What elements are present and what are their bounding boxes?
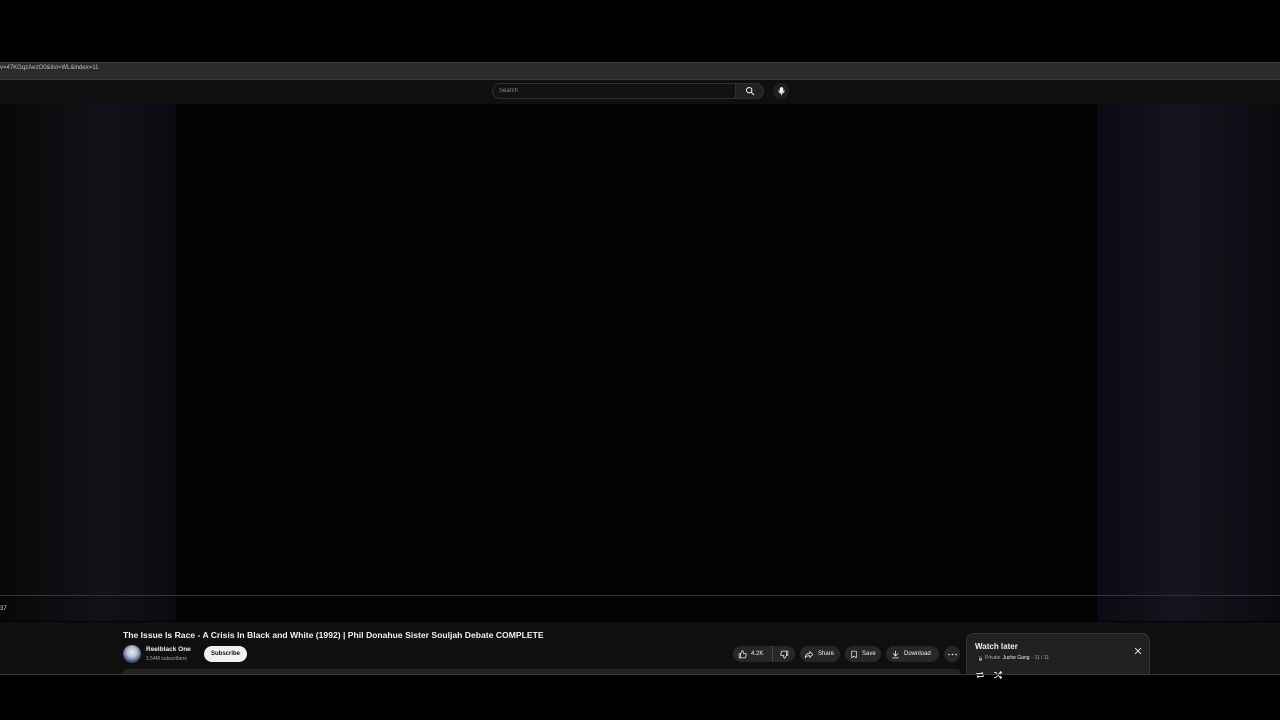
video-title: The Issue Is Race - A Crisis In Black an… [123, 630, 544, 640]
like-count: 4.2K [751, 651, 764, 657]
playlist-position: - 11 / 11 [1031, 655, 1050, 661]
download-button[interactable]: Download [886, 646, 939, 662]
like-button[interactable]: 4.2K [733, 646, 773, 662]
browser-address-bar[interactable] [0, 62, 1280, 80]
page-bottom-edge [0, 674, 1280, 675]
time-display: 37 [0, 606, 7, 612]
loop-icon [976, 671, 984, 679]
url-text[interactable]: v=47KGqzAezO0&list=WL&index=11 [0, 65, 98, 71]
search-icon [745, 86, 754, 96]
playlist-title[interactable]: Watch later [975, 642, 1018, 651]
share-button[interactable]: Share [800, 646, 840, 662]
share-label: Share [818, 651, 835, 657]
dislike-button[interactable] [773, 646, 795, 662]
thumbs-up-icon [738, 649, 747, 658]
download-icon [892, 650, 899, 658]
thumbs-down-icon [779, 650, 788, 659]
save-button[interactable]: Save [845, 646, 881, 662]
microphone-icon [777, 87, 785, 96]
shuffle-icon [993, 670, 1003, 680]
playlist-meta: Private Juche Gang - 11 / 11 [978, 655, 1049, 661]
subscriber-count: 1.54M subscribers [146, 656, 187, 662]
playlist-privacy: Private [985, 655, 1001, 661]
search-input[interactable] [499, 86, 724, 96]
channel-avatar[interactable] [123, 645, 141, 663]
video-player[interactable] [176, 104, 1097, 621]
search-box[interactable] [492, 83, 736, 99]
lock-icon [979, 655, 982, 661]
save-label: Save [862, 651, 876, 657]
like-dislike-group: 4.2K [733, 646, 795, 662]
more-actions-button[interactable] [944, 646, 960, 662]
voice-search-button[interactable] [773, 83, 789, 99]
playlist-owner[interactable]: Juche Gang [1003, 655, 1030, 661]
subscribe-button[interactable]: Subscribe [204, 646, 247, 662]
close-playlist-button[interactable] [1132, 645, 1144, 657]
close-icon [1134, 647, 1142, 655]
share-icon [804, 650, 814, 658]
more-horizontal-icon [947, 653, 957, 655]
channel-name[interactable]: Reelblack One [146, 646, 191, 653]
download-label: Download [904, 651, 931, 657]
bookmark-icon [851, 650, 857, 658]
progress-bar[interactable] [0, 595, 1280, 596]
search-button[interactable] [736, 83, 764, 99]
